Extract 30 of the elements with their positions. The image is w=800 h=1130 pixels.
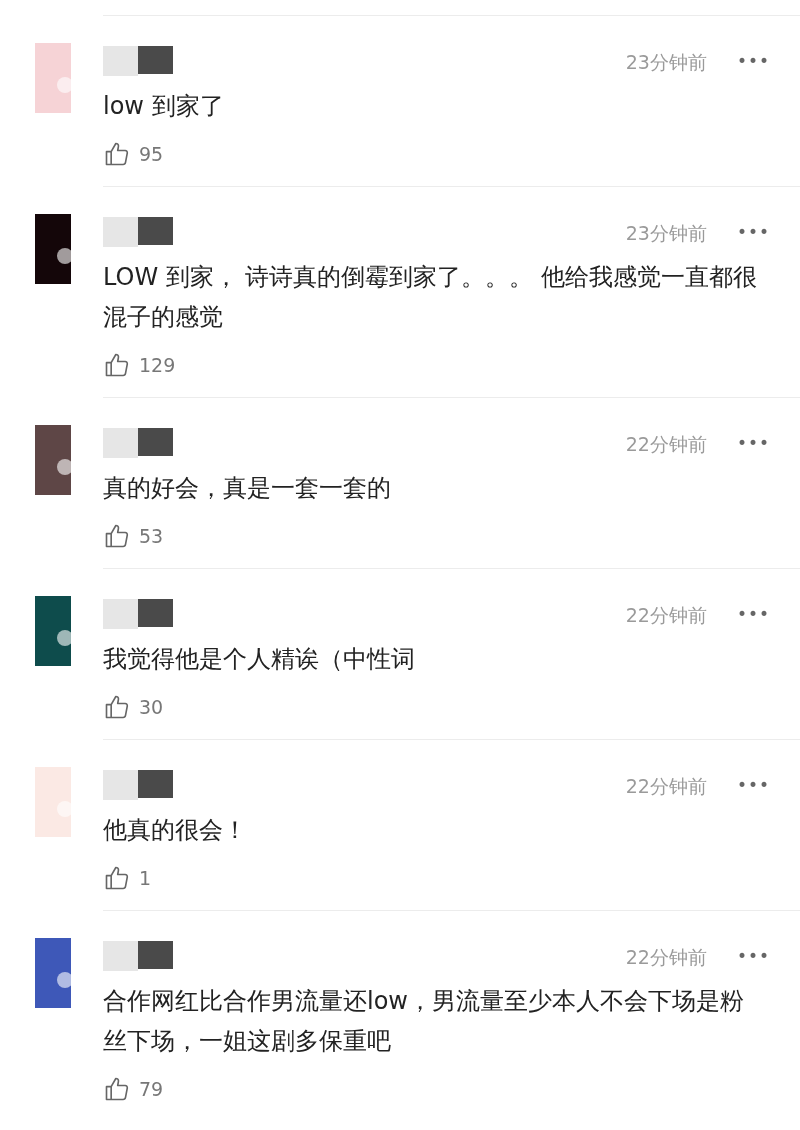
comment-text: low 到家了 <box>103 91 225 122</box>
timestamp: 22分钟前 <box>625 773 707 799</box>
thumbs-up-icon[interactable] <box>103 351 131 379</box>
thumbs-up-icon[interactable] <box>103 693 131 721</box>
more-button[interactable]: ••• <box>736 602 770 628</box>
comment-text: 合作网红比合作男流量还low，男流量至少本人不会下场是粉丝下场，一姐这剧多保重吧 <box>103 986 745 1057</box>
more-button[interactable]: ••• <box>736 431 770 457</box>
more-button[interactable]: ••• <box>736 49 770 75</box>
timestamp: 22分钟前 <box>625 944 707 970</box>
thumbs-up-icon[interactable] <box>103 140 131 168</box>
more-button[interactable]: ••• <box>736 773 770 799</box>
comment-text: 我觉得他是个人精诶（中性词 <box>103 644 416 675</box>
thumbs-up-icon[interactable] <box>103 522 131 550</box>
like-count: 95 <box>139 141 164 167</box>
timestamp: 22分钟前 <box>625 602 707 628</box>
like-count: 79 <box>139 1076 164 1102</box>
like-count: 30 <box>139 694 164 720</box>
more-button[interactable]: ••• <box>736 220 770 246</box>
like-count: 1 <box>139 865 152 891</box>
like-count: 129 <box>139 352 176 378</box>
timestamp: 22分钟前 <box>625 431 707 457</box>
comment-text: 他真的很会！ <box>103 815 248 846</box>
comment-text: LOW 到家， 诗诗真的倒霉到家了。。。 他给我感觉一直都很混子的感觉 <box>103 262 759 333</box>
like-count: 53 <box>139 523 164 549</box>
more-button[interactable]: ••• <box>736 944 770 970</box>
thumbs-up-icon[interactable] <box>103 864 131 892</box>
timestamp: 23分钟前 <box>625 220 707 246</box>
timestamp: 23分钟前 <box>625 49 707 75</box>
comment-text: 真的好会，真是一套一套的 <box>103 473 392 504</box>
thumbs-up-icon[interactable] <box>103 1075 131 1103</box>
